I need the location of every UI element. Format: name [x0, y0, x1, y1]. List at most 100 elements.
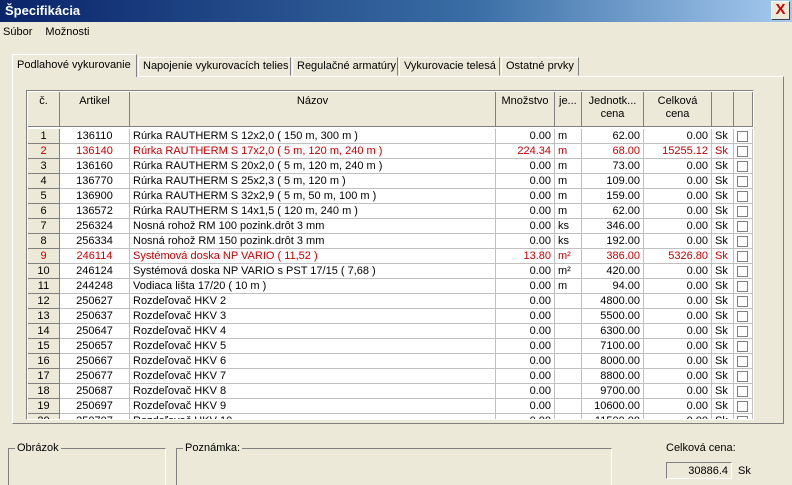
row-quantity[interactable]: 0.00 [496, 369, 555, 384]
table-row[interactable]: 19 250697 Rozdeľovač HKV 9 0.00 10600.00 0.00… [28, 399, 753, 414]
table-row[interactable]: 6 136572 Rúrka RAUTHERM S 14x1,5 ( 120 m, … [28, 204, 753, 219]
row-total-price: 0.00 [644, 354, 712, 369]
tab-podlahove-vykurovanie[interactable]: Podlahové vykurovanie [12, 54, 137, 77]
table-row[interactable]: 10 246124 Systémová doska NP VARIO s PST 1… [28, 264, 753, 279]
row-checkbox[interactable] [737, 266, 748, 277]
row-quantity[interactable]: 0.00 [496, 189, 555, 204]
row-quantity[interactable]: 0.00 [496, 129, 555, 144]
col-header-number[interactable]: č. [28, 92, 60, 127]
col-header-unit-price[interactable]: Jednotk... cena [582, 92, 644, 127]
col-header-total-price[interactable]: Celková cena [644, 92, 712, 127]
note-label: Poznámka: [183, 442, 243, 454]
tab-regulacne-armatury[interactable]: Regulačné armatúry [292, 57, 398, 76]
row-quantity[interactable]: 0.00 [496, 339, 555, 354]
row-quantity[interactable]: 0.00 [496, 294, 555, 309]
row-article: 256324 [60, 219, 130, 234]
table-row[interactable]: 5 136900 Rúrka RAUTHERM S 32x2,9 ( 5 m, 50… [28, 189, 753, 204]
row-checkbox[interactable] [737, 341, 748, 352]
row-article: 244248 [60, 279, 130, 294]
row-number: 6 [28, 204, 60, 219]
row-check-cell [734, 414, 753, 419]
row-quantity[interactable]: 0.00 [496, 264, 555, 279]
row-quantity[interactable]: 0.00 [496, 324, 555, 339]
row-checkbox[interactable] [737, 416, 748, 419]
row-currency: Sk [712, 264, 734, 279]
total-price-currency: Sk [738, 465, 751, 477]
table-row[interactable]: 4 136770 Rúrka RAUTHERM S 25x2,3 ( 5 m, 12… [28, 174, 753, 189]
row-check-cell [734, 369, 753, 384]
row-quantity[interactable]: 224.34 [496, 144, 555, 159]
row-quantity[interactable]: 0.00 [496, 414, 555, 419]
col-header-quantity[interactable]: Množstvo [496, 92, 555, 127]
table-row[interactable]: 20250707Rozdeľovač HKV 100.0011500.000.0… [28, 414, 753, 419]
row-quantity[interactable]: 0.00 [496, 399, 555, 414]
table-row[interactable]: 14 250647 Rozdeľovač HKV 4 0.00 6300.00 0.00 S… [28, 324, 753, 339]
table-row[interactable]: 3 136160 Rúrka RAUTHERM S 20x2,0 ( 5 m, 12… [28, 159, 753, 174]
row-unit [555, 294, 582, 309]
table-row[interactable]: 15 250657 Rozdeľovač HKV 5 0.00 7100.00 0.00 S… [28, 339, 753, 354]
table-row[interactable]: 2 136140 Rúrka RAUTHERM S 17x2,0 ( 5 m, 12… [28, 144, 753, 159]
row-check-cell [734, 249, 753, 264]
menu-item-subor[interactable]: Súbor [3, 26, 32, 38]
row-checkbox[interactable] [737, 146, 748, 157]
row-checkbox[interactable] [737, 401, 748, 412]
row-quantity[interactable]: 0.00 [496, 204, 555, 219]
row-total-price: 0.00 [644, 219, 712, 234]
row-quantity[interactable]: 0.00 [496, 309, 555, 324]
row-total-price: 0.00 [644, 369, 712, 384]
row-number: 17 [28, 369, 60, 384]
row-quantity[interactable]: 0.00 [496, 354, 555, 369]
col-header-name[interactable]: Názov [130, 92, 496, 127]
row-quantity[interactable]: 0.00 [496, 234, 555, 249]
row-quantity[interactable]: 0.00 [496, 384, 555, 399]
row-quantity[interactable]: 0.00 [496, 174, 555, 189]
row-quantity[interactable]: 0.00 [496, 219, 555, 234]
table-row[interactable]: 13 250637 Rozdeľovač HKV 3 0.00 5500.00 0.00 S… [28, 309, 753, 324]
row-unit-price: 10600.00 [582, 399, 644, 414]
row-unit-price: 8000.00 [582, 354, 644, 369]
col-header-article[interactable]: Artikel [60, 92, 130, 127]
row-checkbox[interactable] [737, 176, 748, 187]
row-checkbox[interactable] [737, 356, 748, 367]
table-row[interactable]: 17 250677 Rozdeľovač HKV 7 0.00 8800.00 0.00 S… [28, 369, 753, 384]
row-checkbox[interactable] [737, 326, 748, 337]
row-quantity[interactable]: 0.00 [496, 159, 555, 174]
table-row[interactable]: 7 256324 Nosná rohož RM 100 pozink.drôt 3 … [28, 219, 753, 234]
row-checkbox[interactable] [737, 311, 748, 322]
tab-ostatne-prvky[interactable]: Ostatné prvky [501, 57, 579, 76]
row-checkbox[interactable] [737, 221, 748, 232]
row-name: Vodiaca lišta 17/20 ( 10 m ) [130, 279, 496, 294]
row-checkbox[interactable] [737, 236, 748, 247]
row-checkbox[interactable] [737, 281, 748, 292]
row-quantity[interactable]: 0.00 [496, 279, 555, 294]
row-number: 13 [28, 309, 60, 324]
table-row[interactable]: 1 136110 Rúrka RAUTHERM S 12x2,0 ( 150 m, … [28, 129, 753, 144]
tab-vykurovacie-telesa[interactable]: Vykurovacie telesá [399, 57, 500, 76]
row-quantity[interactable]: 13.80 [496, 249, 555, 264]
table-row[interactable]: 8 256334 Nosná rohož RM 150 pozink.drôt 3 … [28, 234, 753, 249]
close-button[interactable]: X [771, 1, 790, 20]
row-checkbox[interactable] [737, 206, 748, 217]
row-unit-price: 109.00 [582, 174, 644, 189]
table-row[interactable]: 12 250627 Rozdeľovač HKV 2 0.00 4800.00 0.00 S… [28, 294, 753, 309]
row-checkbox[interactable] [737, 386, 748, 397]
tab-napojenie-vykurovacich-telies[interactable]: Napojenie vykurovacích telies [138, 57, 291, 76]
table-row[interactable]: 16 250667 Rozdeľovač HKV 6 0.00 8000.00 0.00 S… [28, 354, 753, 369]
row-checkbox[interactable] [737, 131, 748, 142]
row-article: 256334 [60, 234, 130, 249]
table-row[interactable]: 18 250687 Rozdeľovač HKV 8 0.00 9700.00 0.00 S… [28, 384, 753, 399]
menu-item-moznosti[interactable]: Možnosti [45, 26, 89, 38]
row-number: 10 [28, 264, 60, 279]
table-row[interactable]: 11 244248 Vodiaca lišta 17/20 ( 10 m ) 0.00… [28, 279, 753, 294]
col-header-unit[interactable]: je... [555, 92, 582, 127]
row-checkbox[interactable] [737, 296, 748, 307]
row-name: Rozdeľovač HKV 10 [130, 414, 496, 419]
row-checkbox[interactable] [737, 251, 748, 262]
row-checkbox[interactable] [737, 161, 748, 172]
row-number: 8 [28, 234, 60, 249]
image-groupbox: Obrázok [8, 442, 166, 485]
table-row[interactable]: 9 246114 Systémová doska NP VARIO ( 11,52 … [28, 249, 753, 264]
row-checkbox[interactable] [737, 371, 748, 382]
row-number: 14 [28, 324, 60, 339]
row-checkbox[interactable] [737, 191, 748, 202]
